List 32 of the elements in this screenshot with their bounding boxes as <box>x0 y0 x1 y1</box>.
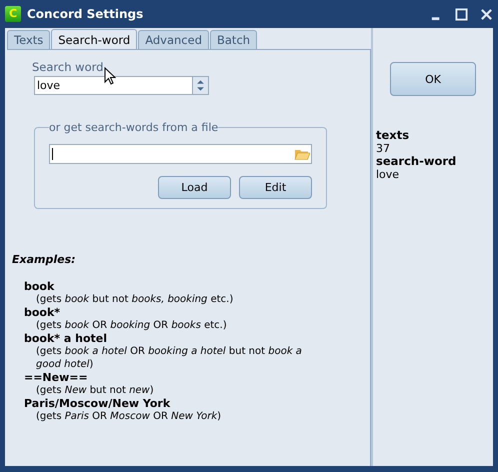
tab[interactable]: Texts <box>7 30 50 49</box>
tab[interactable]: Advanced <box>138 30 209 49</box>
mouse-pointer-icon <box>104 67 116 85</box>
example-description: (gets Paris OR Moscow OR New York) <box>35 410 222 423</box>
tab[interactable]: Search-word <box>51 29 138 50</box>
example-pattern: book* <box>24 306 62 319</box>
summary-value: love <box>376 168 400 181</box>
file-button[interactable]: Edit <box>239 176 312 199</box>
example-description: (gets New but not new) <box>35 384 155 397</box>
example-description: (gets book a hotel OR booking a hotel but not book a good hotel) <box>35 345 303 371</box>
close-icon[interactable] <box>480 8 493 20</box>
maximize-icon[interactable] <box>455 8 468 20</box>
example-description: (gets book OR booking OR books etc.) <box>35 319 228 332</box>
example-pattern: ==New== <box>24 371 89 384</box>
window-title: Concord Settings <box>27 7 144 21</box>
spin-arrows-icon[interactable] <box>192 77 208 94</box>
app-logo: C <box>5 6 21 22</box>
example-pattern: book <box>24 280 56 293</box>
examples-heading: Examples: <box>12 253 77 266</box>
summary-label: search-word <box>376 155 458 168</box>
example-pattern: book* a hotel <box>24 332 108 345</box>
example-pattern: Paris/Moscow/New York <box>24 397 172 410</box>
group-legend: or get search-words from a file <box>49 121 218 134</box>
ok-button[interactable]: OK <box>390 62 476 96</box>
summary-value: 37 <box>376 142 391 155</box>
file-path-field[interactable] <box>49 144 312 164</box>
example-description: (gets book but not books, booking etc.) <box>35 293 234 306</box>
summary-label: texts <box>376 129 410 142</box>
search-word-field[interactable]: love <box>34 76 209 95</box>
file-button[interactable]: Load <box>158 176 231 199</box>
tab[interactable]: Batch <box>210 30 258 49</box>
field-label: Search word <box>32 60 104 74</box>
